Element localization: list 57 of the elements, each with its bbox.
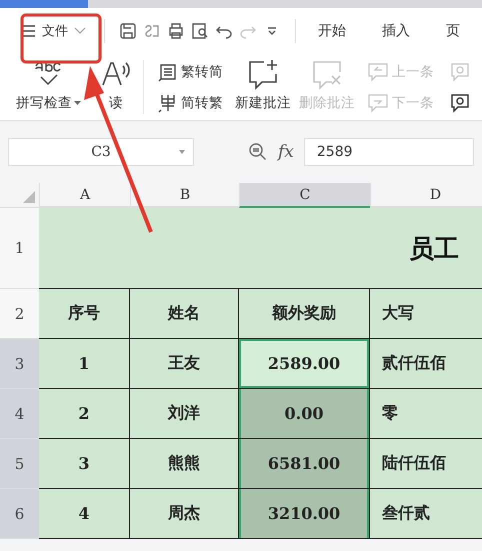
table-cell: 刘洋 bbox=[130, 389, 239, 439]
print-icon[interactable] bbox=[166, 22, 185, 40]
row-header[interactable]: 5 bbox=[0, 439, 39, 489]
comment-next-icon bbox=[367, 92, 389, 112]
table-cell: 2589.00 bbox=[239, 339, 370, 389]
comment-add-icon bbox=[246, 58, 280, 90]
function-icon[interactable]: fx bbox=[278, 142, 294, 162]
table-cell: 1 bbox=[39, 339, 130, 389]
chevron-down-icon bbox=[74, 27, 86, 35]
ribbon-button[interactable]: 简转繁 bbox=[158, 92, 223, 112]
table-cell: 零 bbox=[370, 389, 482, 439]
table-cell: 额外奖励 bbox=[239, 289, 370, 339]
table-cell: 序号 bbox=[39, 289, 130, 339]
zoom-icon bbox=[248, 142, 268, 162]
column-header[interactable]: B bbox=[130, 183, 239, 208]
print-preview-icon[interactable] bbox=[190, 22, 210, 40]
table-cell: 6581.00 bbox=[239, 439, 370, 489]
table-cell: 周杰 bbox=[130, 489, 239, 539]
table-cell: 姓名 bbox=[130, 289, 239, 339]
comment-previous-icon bbox=[367, 62, 389, 82]
ribbon-button[interactable]: 繁转简 bbox=[158, 62, 223, 82]
row-header[interactable]: 3 bbox=[0, 339, 39, 389]
formula-field[interactable]: 2589 bbox=[304, 138, 474, 166]
ribbon-tab[interactable]: 插入 bbox=[374, 18, 418, 44]
table-cell: 王友 bbox=[130, 339, 239, 389]
table-cell: 3 bbox=[39, 439, 130, 489]
row-header[interactable]: 2 bbox=[0, 289, 39, 339]
ribbon-button[interactable]: 拼写检查 bbox=[12, 54, 85, 120]
select-all-icon bbox=[23, 191, 35, 203]
table-cell: 2 bbox=[39, 389, 130, 439]
table-cell: 叁仟贰 bbox=[370, 489, 482, 539]
save-icon[interactable] bbox=[118, 22, 137, 40]
table-cell: 贰仟伍佰 bbox=[370, 339, 482, 389]
comment-show-icon bbox=[450, 92, 470, 112]
dropdown-icon bbox=[179, 150, 185, 154]
column-header[interactable]: A bbox=[39, 183, 130, 208]
table-cell: 陆仟伍佰 bbox=[370, 439, 482, 489]
table-cell: 熊熊 bbox=[130, 439, 239, 489]
title-cell: 员工 bbox=[39, 208, 482, 289]
row-header[interactable]: 4 bbox=[0, 389, 39, 439]
ribbon-tab[interactable]: 页 bbox=[438, 18, 468, 44]
ribbon-button[interactable]: 新建批注 bbox=[231, 54, 295, 120]
row-header[interactable]: 6 bbox=[0, 489, 39, 539]
ribbon-button[interactable]: 读 bbox=[85, 54, 137, 120]
table-cell: 3210.00 bbox=[239, 489, 370, 539]
row-header[interactable]: 1 bbox=[0, 208, 39, 289]
column-header[interactable]: D bbox=[370, 183, 482, 208]
column-header[interactable]: C bbox=[239, 183, 370, 208]
ribbon-tab[interactable]: 开始 bbox=[310, 18, 354, 44]
file-menu-button[interactable]: 文件 bbox=[16, 22, 90, 40]
comment-show-icon bbox=[450, 62, 470, 82]
table-cell: 4 bbox=[39, 489, 130, 539]
table-cell: 大写 bbox=[370, 289, 482, 339]
text-convert-icon bbox=[158, 62, 178, 82]
name-box[interactable]: C3 bbox=[8, 138, 194, 166]
table-cell: 0.00 bbox=[239, 389, 370, 439]
comment-delete-icon bbox=[310, 58, 344, 90]
